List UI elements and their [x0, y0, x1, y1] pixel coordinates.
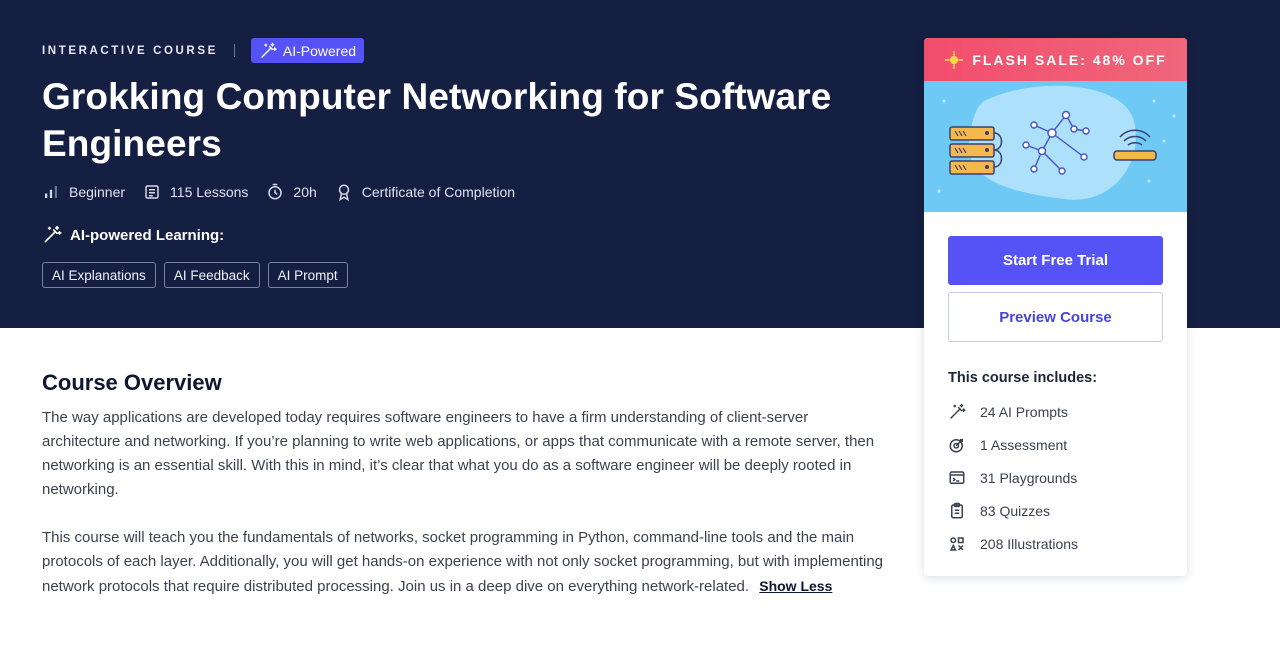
- flash-sale-banner: FLASH SALE: 48% OFF: [924, 38, 1187, 81]
- meta-level-label: Beginner: [69, 184, 126, 200]
- course-title: Grokking Computer Networking for Softwar…: [42, 76, 832, 164]
- lessons-icon: [145, 185, 159, 199]
- includes-list: 24 AI Prompts 1 Assessment 31 Playground…: [948, 395, 1163, 560]
- signal-bars-icon: [45, 186, 57, 198]
- course-overview: Course Overview The way applications are…: [42, 370, 887, 599]
- sparkle-icon: [945, 50, 964, 69]
- clipboard-icon: [951, 502, 963, 518]
- meta-lessons-label: 115 Lessons: [170, 184, 249, 200]
- ai-learning-heading: AI-powered Learning:: [42, 225, 902, 245]
- eyebrow-row: INTERACTIVE COURSE AI-Powered: [42, 38, 902, 63]
- hero-content: INTERACTIVE COURSE AI-Powered Grokking C…: [42, 38, 902, 288]
- includes-item-illustrations: 208 Illustrations: [948, 527, 1163, 560]
- includes-item-label: 208 Illustrations: [980, 535, 1079, 552]
- purchase-card-body: Start Free Trial Preview Course This cou…: [924, 212, 1187, 560]
- ai-feature-chips: AI Explanations AI Feedback AI Prompt: [42, 262, 902, 288]
- overview-paragraph-1: The way applications are developed today…: [42, 409, 875, 498]
- certificate-icon: [338, 184, 350, 201]
- shapes-icon: [949, 536, 964, 551]
- ai-powered-badge-label: AI-Powered: [282, 42, 357, 59]
- playground-icon: [949, 470, 965, 484]
- meta-certificate: Certificate of Completion: [335, 183, 515, 201]
- ai-powered-badge: AI-Powered: [250, 38, 365, 63]
- overview-heading: Course Overview: [42, 370, 222, 395]
- includes-item-label: 31 Playgrounds: [980, 469, 1078, 486]
- includes-item-ai-prompts: 24 AI Prompts: [948, 395, 1163, 428]
- meta-duration: 20h: [266, 183, 317, 201]
- course-banner-illustration: [924, 81, 1187, 212]
- purchase-card: FLASH SALE: 48% OFF Start Free Trial Pre…: [924, 38, 1187, 576]
- chip-ai-explanations[interactable]: AI Explanations: [42, 262, 156, 288]
- preview-course-button[interactable]: Preview Course: [948, 292, 1163, 342]
- flash-sale-label: FLASH SALE: 48% OFF: [972, 51, 1167, 68]
- includes-heading: This course includes:: [948, 370, 1098, 386]
- includes-item-playgrounds: 31 Playgrounds: [948, 461, 1163, 494]
- eyebrow-divider: [233, 44, 235, 57]
- meta-lessons: 115 Lessons: [143, 183, 248, 201]
- start-free-trial-button[interactable]: Start Free Trial: [948, 236, 1163, 285]
- course-type-label: INTERACTIVE COURSE: [42, 44, 218, 57]
- magic-wand-icon: [44, 225, 62, 243]
- course-meta: Beginner 115 Lessons 20h Certificate of …: [42, 183, 902, 201]
- includes-item-quizzes: 83 Quizzes: [948, 494, 1163, 527]
- chip-ai-prompt[interactable]: AI Prompt: [267, 262, 348, 288]
- chip-ai-feedback[interactable]: AI Feedback: [163, 262, 260, 288]
- network-illustration: [937, 85, 1176, 200]
- includes-item-label: 83 Quizzes: [980, 502, 1051, 519]
- clock-icon: [268, 183, 283, 200]
- target-icon: [949, 438, 963, 452]
- overview-paragraph-2-text: This course will teach you the fundament…: [42, 529, 884, 595]
- magic-wand-icon: [261, 42, 277, 58]
- includes-item-assessment: 1 Assessment: [948, 428, 1163, 461]
- server-rack-icon: [949, 126, 1003, 175]
- overview-paragraph-2: This course will teach you the fundament…: [42, 526, 887, 599]
- ai-learning-label: AI-powered Learning:: [70, 226, 225, 244]
- meta-certificate-label: Certificate of Completion: [361, 184, 516, 200]
- includes-item-label: 24 AI Prompts: [980, 403, 1068, 420]
- meta-duration-label: 20h: [293, 184, 317, 200]
- includes-item-label: 1 Assessment: [980, 436, 1068, 453]
- meta-level: Beginner: [42, 183, 125, 201]
- show-less-link[interactable]: Show Less: [759, 578, 832, 594]
- magic-wand-icon: [950, 403, 966, 419]
